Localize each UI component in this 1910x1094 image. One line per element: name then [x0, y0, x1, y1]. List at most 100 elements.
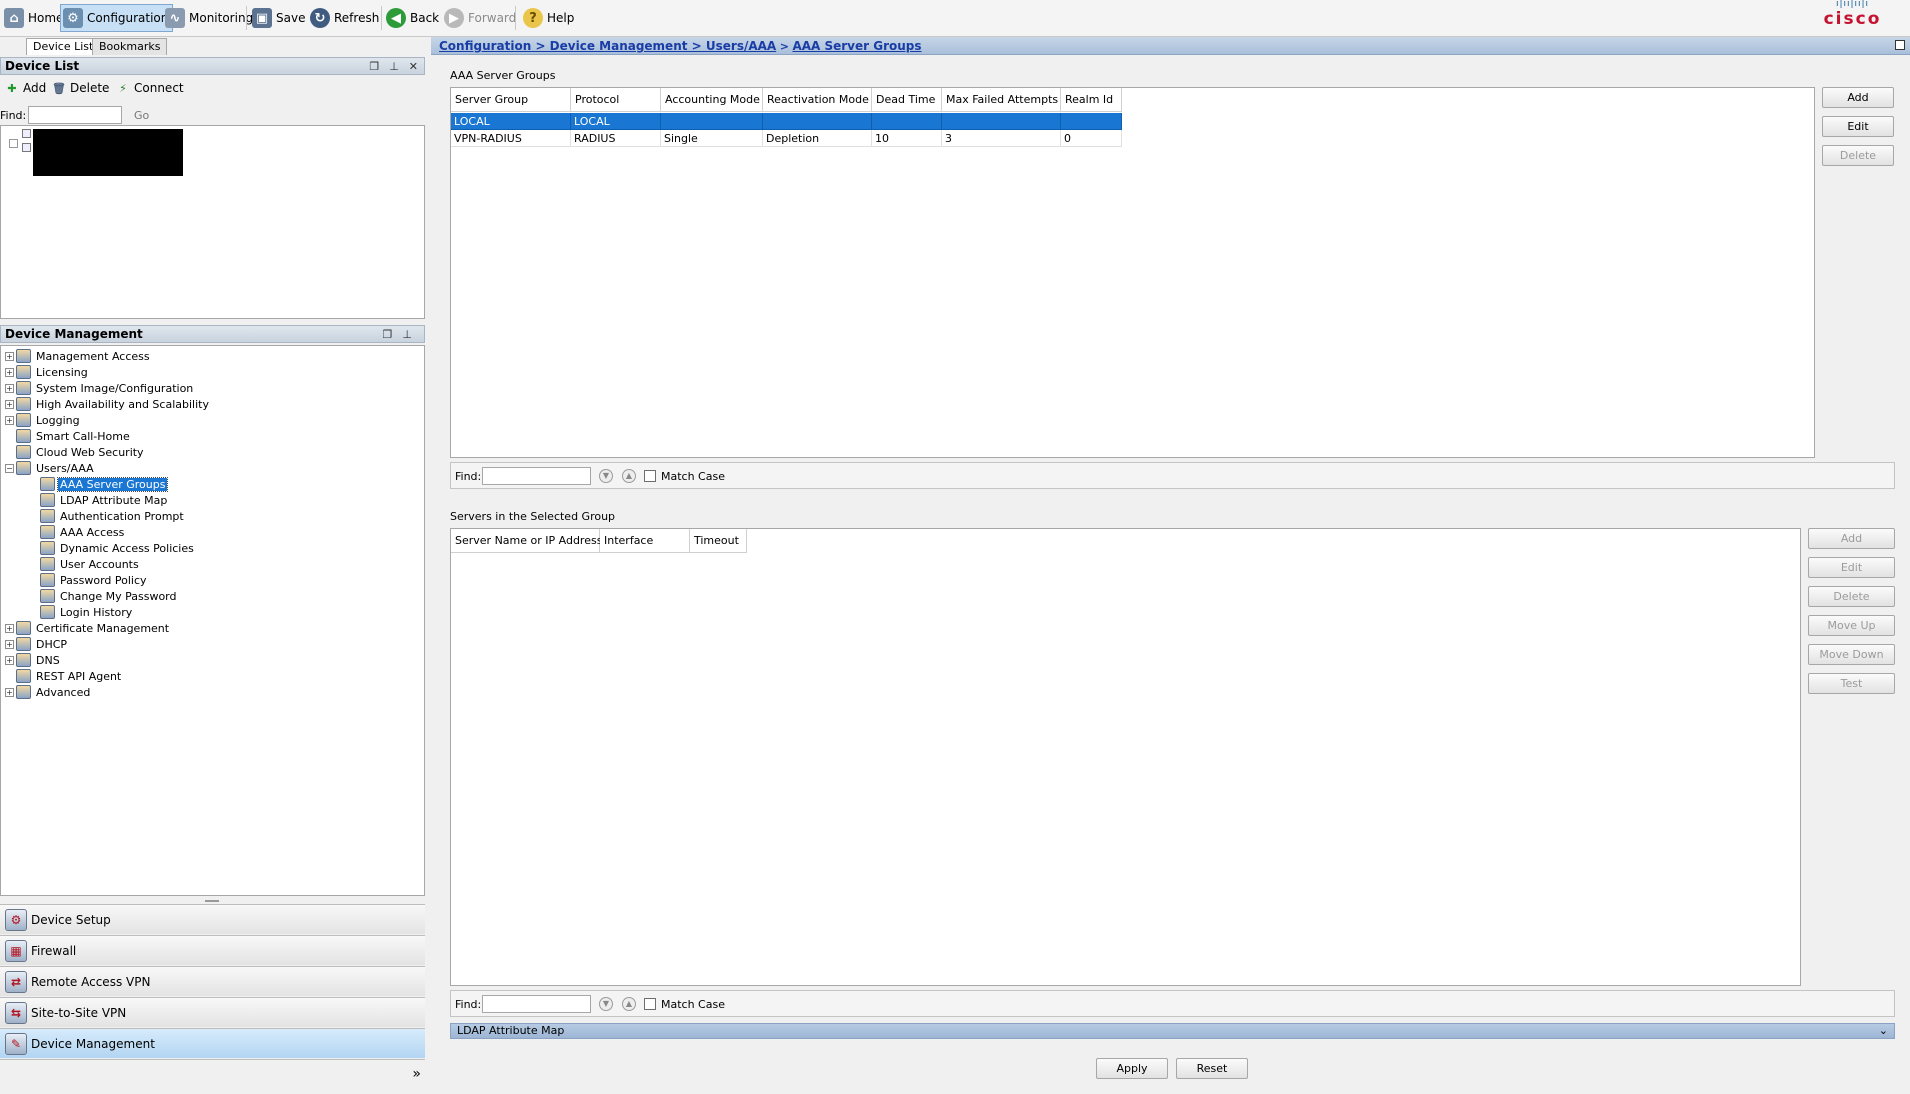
expand-icon[interactable]: +	[5, 623, 14, 633]
server-move-down-button[interactable]: Move Down	[1808, 644, 1895, 665]
restore-window-icon[interactable]: ❐	[369, 59, 379, 75]
maximize-icon[interactable]	[1895, 40, 1905, 50]
pin-icon[interactable]: ⊥	[389, 59, 399, 75]
server-delete-button[interactable]: Delete	[1808, 586, 1895, 607]
device-find-go-button[interactable]: Go	[134, 109, 149, 122]
tree-item-aaa-server-groups[interactable]: AAA Server Groups	[40, 476, 169, 492]
tree-item-logging[interactable]: + Logging	[5, 412, 82, 428]
group-add-button[interactable]: Add	[1822, 87, 1894, 108]
nav-firewall[interactable]: ▦ Firewall	[0, 935, 425, 965]
left-tabstrip: Device List Bookmarks	[0, 37, 425, 55]
refresh-button[interactable]: ↻ Refresh	[308, 4, 383, 32]
configuration-button[interactable]: ⚙ Configuration	[60, 4, 174, 32]
server-move-up-button[interactable]: Move Up	[1808, 615, 1895, 636]
remote-access-vpn-icon: ⇄	[5, 970, 27, 993]
expand-icon[interactable]: +	[5, 655, 14, 665]
server-test-button[interactable]: Test	[1808, 673, 1895, 694]
tree-item-dns[interactable]: + DNS	[5, 652, 62, 668]
col-realm-id[interactable]: Realm Id	[1061, 88, 1122, 112]
more-nav-chevron-icon[interactable]: »	[412, 1066, 421, 1082]
find-previous-up-icon[interactable]: ▲	[622, 469, 636, 483]
find-next-down-icon[interactable]: ▼	[599, 469, 613, 483]
tab-bookmarks[interactable]: Bookmarks	[92, 38, 168, 55]
splitter-grip-icon[interactable]	[205, 900, 219, 902]
home-button[interactable]: ⌂ Home	[2, 4, 67, 32]
expand-icon[interactable]: +	[5, 399, 14, 409]
server-add-button[interactable]: Add	[1808, 528, 1895, 549]
tab-device-list[interactable]: Device List	[26, 38, 101, 55]
find-next-down-icon[interactable]: ▼	[599, 997, 613, 1011]
expand-icon[interactable]: +	[5, 639, 14, 649]
forward-button[interactable]: ▶ Forward	[442, 4, 520, 32]
tree-item-certificate-management[interactable]: + Certificate Management	[5, 620, 171, 636]
reset-button[interactable]: Reset	[1176, 1058, 1248, 1079]
expand-icon[interactable]: +	[5, 351, 14, 361]
device-list-header: Device List ❐ ⊥ ✕	[0, 57, 425, 75]
servers-find-input[interactable]	[482, 995, 591, 1013]
apply-button[interactable]: Apply	[1096, 1058, 1168, 1079]
connect-device-button[interactable]: ⚡ Connect	[116, 81, 184, 95]
server-edit-button[interactable]: Edit	[1808, 557, 1895, 578]
groups-match-case-checkbox[interactable]	[644, 470, 656, 482]
tree-item-change-my-password[interactable]: Change My Password	[40, 588, 179, 604]
collapse-icon[interactable]: −	[5, 463, 14, 473]
nav-remote-access-vpn[interactable]: ⇄ Remote Access VPN	[0, 966, 425, 996]
tree-item-dynamic-access-policies[interactable]: Dynamic Access Policies	[40, 540, 196, 556]
restore-window-icon[interactable]: ❐	[383, 327, 393, 343]
group-delete-button[interactable]: Delete	[1822, 145, 1894, 166]
col-max-failed-attempts[interactable]: Max Failed Attempts	[942, 88, 1061, 112]
col-timeout[interactable]: Timeout	[690, 529, 747, 553]
tree-item-cloud-web-security[interactable]: Cloud Web Security	[16, 444, 146, 460]
col-accounting-mode[interactable]: Accounting Mode	[661, 88, 763, 112]
find-previous-up-icon[interactable]: ▲	[622, 997, 636, 1011]
tree-item-management-access[interactable]: + Management Access	[5, 348, 152, 364]
group-edit-button[interactable]: Edit	[1822, 116, 1894, 137]
gears-icon: ⚙	[63, 8, 83, 28]
col-server-group[interactable]: Server Group	[451, 88, 571, 112]
tree-item-rest-api-agent[interactable]: REST API Agent	[16, 668, 123, 684]
monitoring-button[interactable]: ∿ Monitoring	[163, 4, 257, 32]
device-find-input[interactable]	[28, 106, 122, 124]
add-device-button[interactable]: ✚ Add	[5, 81, 46, 95]
breadcrumb-path-link[interactable]: Configuration > Device Management > User…	[439, 39, 776, 53]
expand-chevron-icon[interactable]: ⌄	[1879, 1024, 1888, 1038]
nav-site-to-site-vpn[interactable]: ⇆ Site-to-Site VPN	[0, 997, 425, 1027]
help-button[interactable]: ? Help	[521, 4, 578, 32]
expand-icon[interactable]: +	[5, 687, 14, 697]
tree-item-password-policy[interactable]: Password Policy	[40, 572, 149, 588]
change-password-icon	[40, 589, 55, 603]
tree-item-licensing[interactable]: + Licensing	[5, 364, 90, 380]
tree-item-login-history[interactable]: Login History	[40, 604, 134, 620]
tree-item-authentication-prompt[interactable]: Authentication Prompt	[40, 508, 186, 524]
col-interface[interactable]: Interface	[600, 529, 690, 553]
tree-item-smart-call-home[interactable]: Smart Call-Home	[16, 428, 132, 444]
col-server-name[interactable]: Server Name or IP Address	[451, 529, 602, 553]
tree-item-user-accounts[interactable]: User Accounts	[40, 556, 141, 572]
device-management-title: Device Management	[5, 327, 143, 341]
tree-item-advanced[interactable]: + Advanced	[5, 684, 92, 700]
nav-device-setup[interactable]: ⚙ Device Setup	[0, 904, 425, 934]
save-button[interactable]: ▣ Save	[250, 4, 309, 32]
expand-icon[interactable]: +	[5, 415, 14, 425]
tree-item-users-aaa[interactable]: − Users/AAA	[5, 460, 96, 476]
delete-device-button[interactable]: 🗑 Delete	[52, 81, 109, 95]
tree-item-dhcp[interactable]: + DHCP	[5, 636, 69, 652]
col-dead-time[interactable]: Dead Time	[872, 88, 942, 112]
tree-item-high-availability[interactable]: + High Availability and Scalability	[5, 396, 211, 412]
pin-icon[interactable]: ⊥	[402, 327, 412, 343]
servers-match-case-checkbox[interactable]	[644, 998, 656, 1010]
groups-find-input[interactable]	[482, 467, 591, 485]
device-tree-expander-icon[interactable]	[9, 139, 18, 148]
ldap-attribute-map-collapsible[interactable]: LDAP Attribute Map ⌄	[450, 1023, 1895, 1039]
nav-device-management[interactable]: ✎ Device Management	[0, 1028, 425, 1058]
expand-icon[interactable]: +	[5, 367, 14, 377]
expand-icon[interactable]: +	[5, 383, 14, 393]
back-button[interactable]: ◀ Back	[384, 4, 443, 32]
close-icon[interactable]: ✕	[409, 59, 418, 75]
col-protocol[interactable]: Protocol	[571, 88, 661, 112]
tree-item-ldap-attribute-map[interactable]: LDAP Attribute Map	[40, 492, 169, 508]
tree-item-system-image[interactable]: + System Image/Configuration	[5, 380, 195, 396]
tree-item-aaa-access[interactable]: AAA Access	[40, 524, 126, 540]
col-reactivation-mode[interactable]: Reactivation Mode	[763, 88, 872, 112]
breadcrumb-current-link[interactable]: AAA Server Groups	[792, 39, 921, 53]
